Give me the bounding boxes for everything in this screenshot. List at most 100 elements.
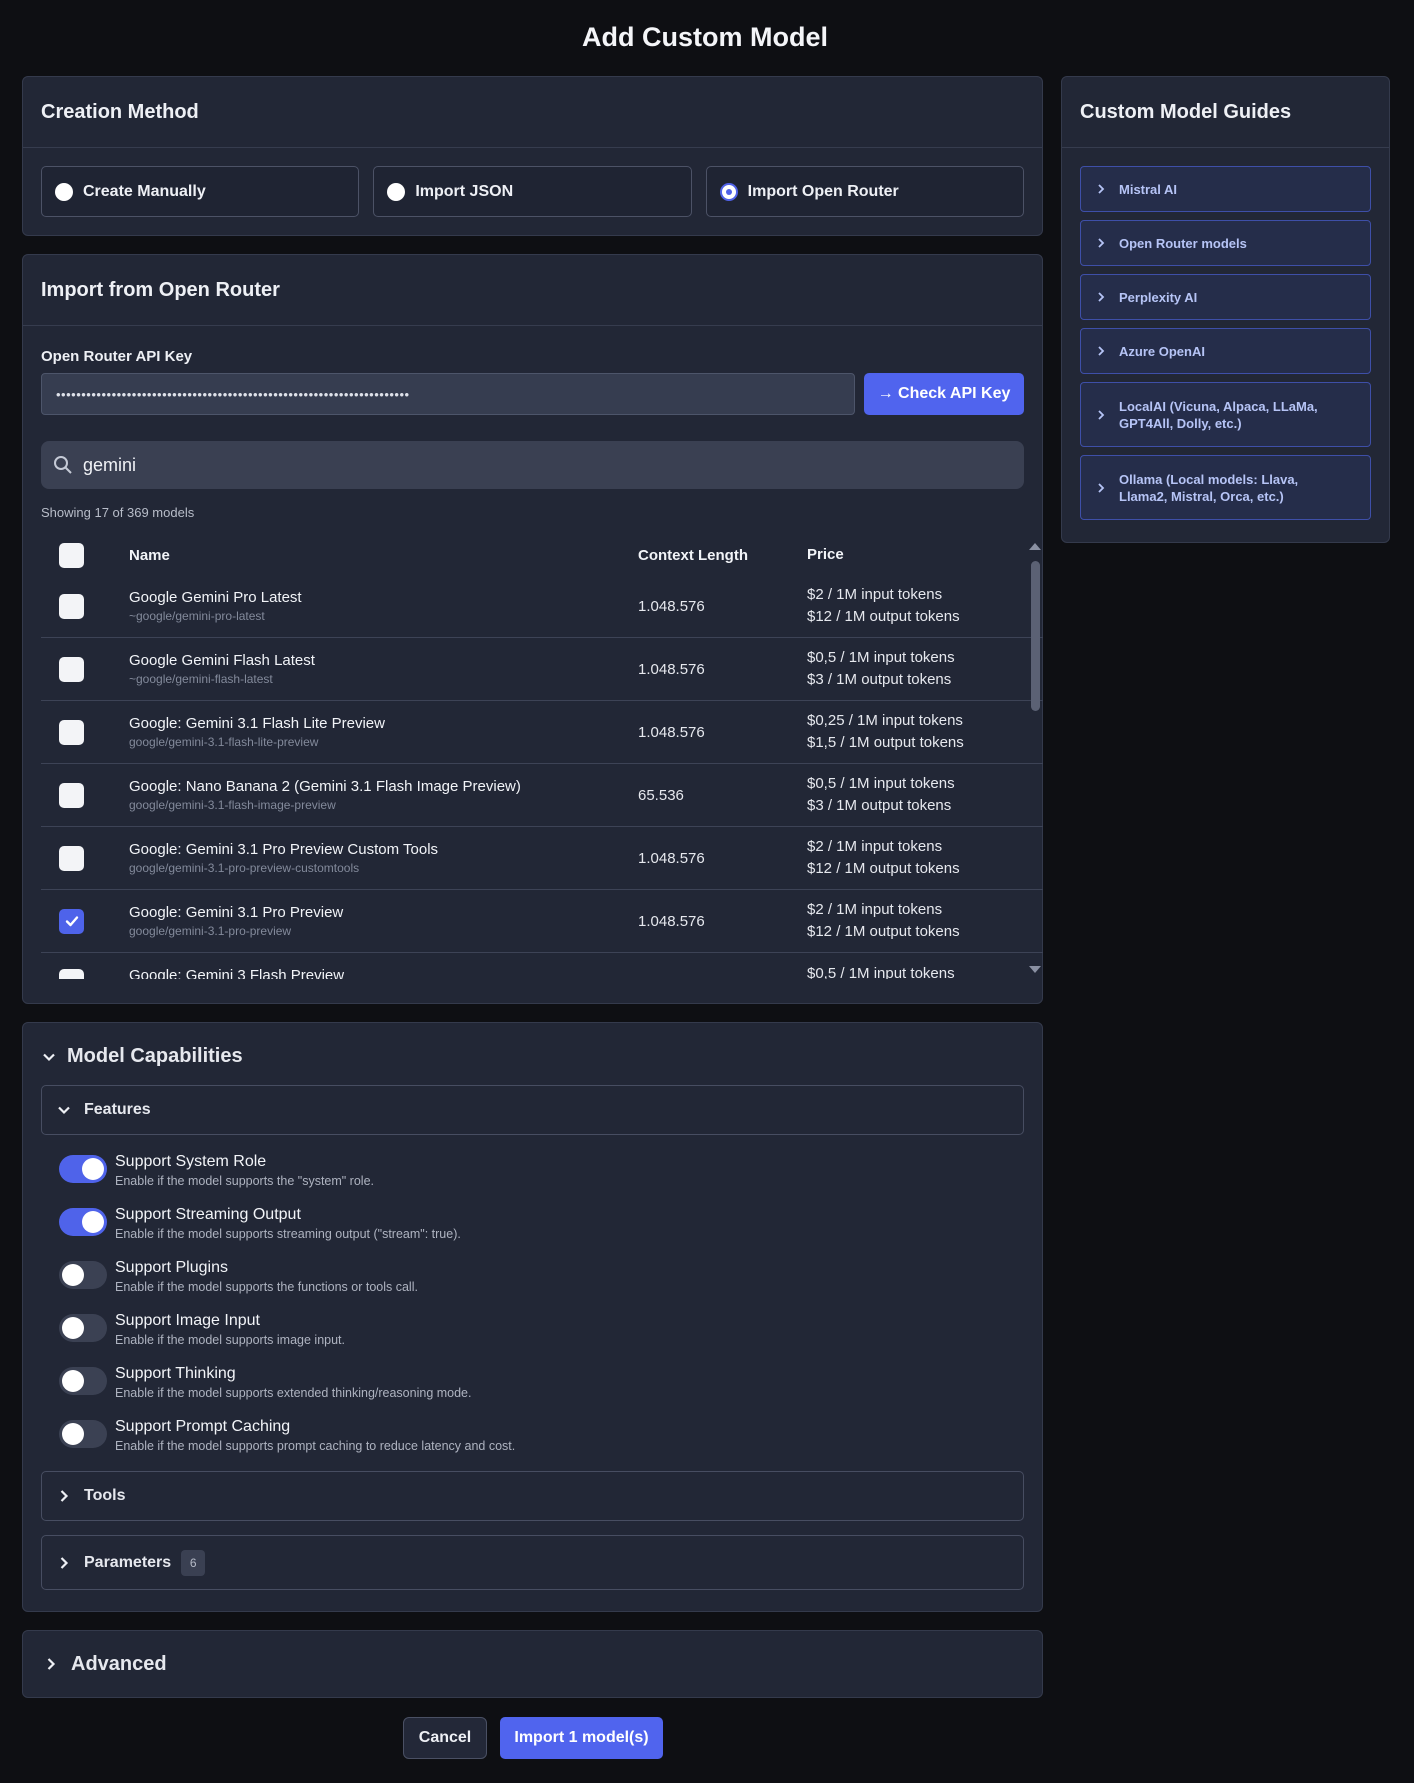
radio-label: Create Manually <box>83 182 206 200</box>
model-context: 1.048.576 <box>638 660 705 678</box>
models-table: Name Context Length Price Google Gemini … <box>41 535 1043 979</box>
radio-create-manually[interactable]: Create Manually <box>41 166 360 217</box>
import-button[interactable]: Import 1 model(s) <box>500 1717 663 1759</box>
parameters-header[interactable]: Parameters 6 <box>41 1535 1024 1590</box>
api-key-input[interactable]: ••••••••••••••••••••••••••••••••••••••••… <box>41 373 855 415</box>
table-row[interactable]: Google: Gemini 3 Flash Preview $0,5 / 1M… <box>41 953 1043 979</box>
price-input: $2 / 1M input tokens <box>807 586 943 603</box>
feature-title: Support System Role <box>115 1153 267 1170</box>
feature-desc: Enable if the model supports streaming o… <box>115 1227 461 1241</box>
chevron-right-icon <box>1098 346 1105 356</box>
price-output: $12 / 1M output tokens <box>807 608 960 625</box>
price-output: $12 / 1M output tokens <box>807 923 960 940</box>
capabilities-toggle[interactable]: Model Capabilities <box>23 1023 1042 1068</box>
model-name: Google: Gemini 3 Flash Preview <box>129 967 345 979</box>
feature-desc: Enable if the model supports prompt cach… <box>115 1439 516 1453</box>
radio-indicator <box>387 182 406 201</box>
row-checkbox[interactable] <box>59 656 84 682</box>
guide-azure-openai[interactable]: Azure OpenAI <box>1080 328 1371 374</box>
radio-label: Import JSON <box>415 182 514 200</box>
guides-title: Custom Model Guides <box>1062 77 1389 148</box>
model-context: 1.048.576 <box>638 849 705 867</box>
guide-localai[interactable]: LocalAI (Vicuna, Alpaca, LLaMa, GPT4All,… <box>1080 382 1371 447</box>
radio-indicator-selected <box>719 182 738 201</box>
feature-title: Support Plugins <box>115 1259 228 1276</box>
creation-method-card: Creation Method Create Manually Import J… <box>22 76 1043 236</box>
guide-mistral[interactable]: Mistral AI <box>1080 166 1371 212</box>
table-row[interactable]: Google: Gemini 3.1 Flash Lite Preview goo… <box>41 701 1043 764</box>
guide-perplexity[interactable]: Perplexity AI <box>1080 274 1371 320</box>
table-row[interactable]: Google: Gemini 3.1 Pro Preview google/gem… <box>41 890 1043 953</box>
price-input: $0,25 / 1M input tokens <box>807 712 963 729</box>
check-api-key-button[interactable]: → Check API Key <box>864 373 1024 415</box>
row-checkbox-checked[interactable] <box>59 908 84 934</box>
row-checkbox[interactable] <box>59 782 84 808</box>
search-value: gemini <box>83 454 137 475</box>
feature-title: Support Image Input <box>115 1312 260 1329</box>
chevron-right-icon <box>1098 292 1105 302</box>
toggle-switch-off[interactable] <box>59 1314 107 1342</box>
parameters-title: Parameters <box>84 1553 172 1571</box>
checkmark-icon <box>65 916 78 927</box>
guide-label: Azure OpenAI <box>1119 343 1205 359</box>
guide-ollama[interactable]: Ollama (Local models: Llava, Llama2, Mis… <box>1080 455 1371 520</box>
radio-import-open-router[interactable]: Import Open Router <box>705 166 1024 217</box>
row-checkbox[interactable] <box>59 593 84 619</box>
price-input: $2 / 1M input tokens <box>807 901 943 918</box>
toggle-switch-on[interactable] <box>59 1155 107 1183</box>
column-price: Price <box>807 546 844 563</box>
table-row[interactable]: Google Gemini Pro Latest ~google/gemini-p… <box>41 575 1043 638</box>
guide-label: Open Router models <box>1119 235 1247 251</box>
scrollbar-thumb[interactable] <box>1031 561 1040 711</box>
column-context: Context Length <box>638 546 748 564</box>
table-row[interactable]: Google Gemini Flash Latest ~google/gemini… <box>41 638 1043 701</box>
radio-import-json[interactable]: Import JSON <box>373 166 692 217</box>
import-section-title: Import from Open Router <box>23 255 1042 326</box>
toggle-switch-off[interactable] <box>59 1367 107 1395</box>
chevron-right-icon <box>1098 409 1105 420</box>
feature-title: Support Thinking <box>115 1365 236 1382</box>
guide-open-router[interactable]: Open Router models <box>1080 220 1371 266</box>
advanced-card[interactable]: Advanced <box>22 1630 1043 1698</box>
row-checkbox[interactable] <box>59 845 84 871</box>
model-name: Google: Nano Banana 2 (Gemini 3.1 Flash … <box>129 778 521 795</box>
row-checkbox[interactable] <box>59 969 84 979</box>
chevron-right-icon <box>60 1556 69 1569</box>
toggle-switch-off[interactable] <box>59 1420 107 1448</box>
capabilities-title: Model Capabilities <box>67 1045 243 1067</box>
table-row[interactable]: Google: Nano Banana 2 (Gemini 3.1 Flash … <box>41 764 1043 827</box>
model-context: 1.048.576 <box>638 597 705 615</box>
feature-desc: Enable if the model supports extended th… <box>115 1386 472 1400</box>
guides-card: Custom Model Guides Mistral AI Open Rout… <box>1061 76 1390 543</box>
table-scrollbar[interactable] <box>1025 535 1045 979</box>
model-name: Google: Gemini 3.1 Flash Lite Preview <box>129 715 385 732</box>
model-slug: google/gemini-3.1-pro-preview-customtool… <box>129 861 360 875</box>
price-input: $0,5 / 1M input tokens <box>807 775 955 792</box>
toggle-switch-off[interactable] <box>59 1261 107 1289</box>
feature-streaming: Support Streaming Output Enable if the mo… <box>59 1206 1042 1259</box>
chevron-down-icon <box>58 1106 70 1115</box>
select-all-checkbox[interactable] <box>59 542 84 568</box>
row-checkbox[interactable] <box>59 719 84 745</box>
chevron-right-icon <box>47 1658 56 1670</box>
model-context: 1.048.576 <box>638 723 705 741</box>
features-header[interactable]: Features <box>41 1085 1024 1135</box>
model-name: Google Gemini Pro Latest <box>129 589 302 606</box>
chevron-right-icon <box>1098 184 1105 194</box>
chevron-down-icon <box>43 1053 55 1061</box>
toggle-switch-on[interactable] <box>59 1208 107 1236</box>
price-output: $1,5 / 1M output tokens <box>807 734 964 751</box>
dialog-title: Add Custom Model <box>582 22 828 52</box>
table-header: Name Context Length Price <box>41 535 1043 575</box>
feature-desc: Enable if the model supports the "system… <box>115 1174 375 1188</box>
feature-desc: Enable if the model supports image input… <box>115 1333 345 1347</box>
model-slug: google/gemini-3.1-pro-preview <box>129 924 292 938</box>
table-row[interactable]: Google: Gemini 3.1 Pro Preview Custom To… <box>41 827 1043 890</box>
tools-header[interactable]: Tools <box>41 1471 1024 1521</box>
search-icon <box>54 456 72 474</box>
model-search-input[interactable]: gemini <box>41 441 1024 489</box>
feature-plugins: Support Plugins Enable if the model suppo… <box>59 1259 1042 1312</box>
price-input: $0,5 / 1M input tokens <box>807 649 955 666</box>
import-open-router-card: Import from Open Router Open Router API … <box>22 254 1043 1004</box>
cancel-button[interactable]: Cancel <box>403 1717 487 1759</box>
